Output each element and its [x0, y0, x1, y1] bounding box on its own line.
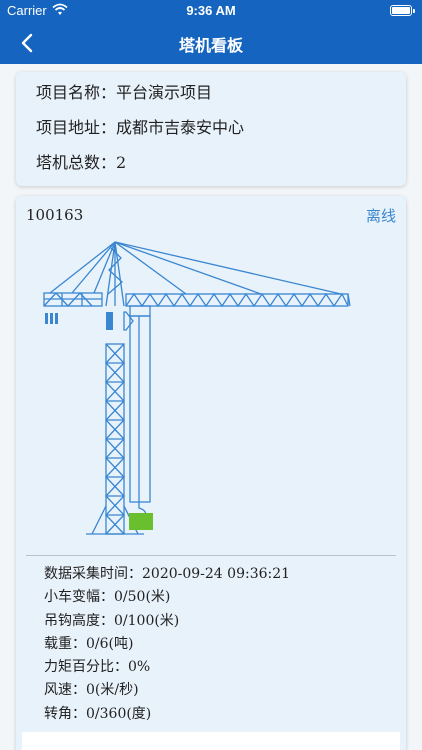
project-address-row: 项目地址：成都市吉泰安中心 [36, 117, 406, 152]
moment-value: 0% [128, 659, 151, 676]
moment-row: 力矩百分比：0% [44, 656, 290, 679]
project-address-label: 项目地址： [36, 118, 117, 137]
crane-count-label: 塔机总数： [36, 153, 117, 172]
trolley-label: 小车变幅： [44, 589, 114, 606]
data-time-row: 数据采集时间：2020-09-24 09:36:21 [44, 563, 290, 586]
crane-data-list: 数据采集时间：2020-09-24 09:36:21 小车变幅：0/50(米) … [44, 563, 290, 726]
trolley-row: 小车变幅：0/50(米) [44, 586, 290, 609]
data-time-label: 数据采集时间： [44, 566, 142, 582]
project-address-value: 成都市吉泰安中心 [116, 118, 245, 137]
load-row: 载重：0/6(吨) [44, 633, 290, 656]
tower-crane-illustration [43, 241, 351, 535]
status-bar: Carrier 9:36 AM [0, 0, 422, 22]
crane-status-badge: 离线 [365, 207, 396, 225]
angle-label: 转角： [44, 705, 86, 722]
angle-value: 0/360(度) [86, 705, 152, 722]
crane-id: 100163 [26, 206, 84, 224]
divider [26, 555, 396, 556]
hook-height-value: 0/100(米) [114, 612, 180, 629]
trolley-value: 0/50(米) [114, 589, 171, 606]
load-label: 载重： [44, 635, 86, 652]
data-time-value: 2020-09-24 09:36:21 [142, 566, 291, 582]
status-time: 9:36 AM [186, 3, 236, 18]
battery-icon [390, 5, 415, 16]
crane-count-row: 塔机总数：2 [36, 152, 406, 187]
hook-height-row: 吊钩高度：0/100(米) [44, 610, 290, 633]
hook-height-label: 吊钩高度： [44, 612, 114, 629]
project-info-card: 项目名称：平台演示项目 项目地址：成都市吉泰安中心 塔机总数：2 [16, 72, 406, 186]
card-footer [22, 732, 400, 750]
project-name-label: 项目名称： [36, 83, 117, 102]
load-value: 0/6(吨) [86, 635, 134, 652]
wind-label: 风速： [44, 682, 86, 699]
wind-row: 风速：0(米/秒) [44, 679, 290, 702]
crane-count-value: 2 [116, 153, 127, 172]
nav-bar: 塔机看板 [0, 22, 422, 64]
wind-value: 0(米/秒) [86, 682, 139, 699]
angle-row: 转角：0/360(度) [44, 703, 290, 726]
moment-label: 力矩百分比： [44, 659, 128, 676]
project-name-row: 项目名称：平台演示项目 [36, 82, 406, 117]
hook-weight [129, 513, 153, 530]
project-name-value: 平台演示项目 [116, 83, 213, 102]
page-title: 塔机看板 [178, 36, 243, 55]
crane-card[interactable]: 100163 离线 数据采集时间：2020-09-24 09:36:21 小车变… [16, 196, 406, 750]
